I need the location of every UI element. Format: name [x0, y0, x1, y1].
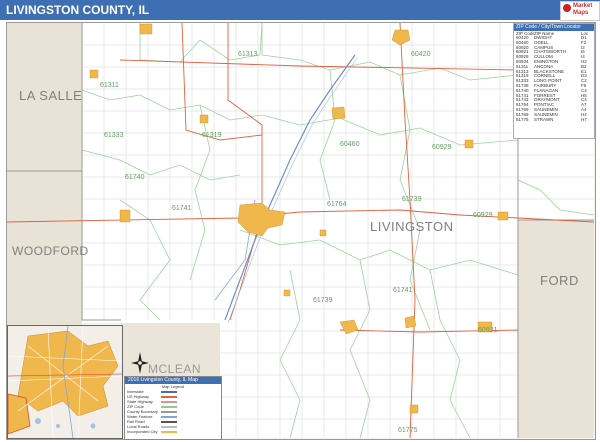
- county-area-south: [220, 320, 518, 438]
- county-label-lasalle: LA SALLE: [19, 88, 83, 103]
- zip-label: 61775: [398, 427, 418, 434]
- county-area: [82, 23, 518, 323]
- legend-rows: Interstate US Highway State Highway ZIP Cod…: [125, 389, 221, 434]
- legend-swatch: [161, 425, 177, 428]
- county-label-mclean: MCLEAN: [148, 362, 202, 376]
- legend-swatch: [161, 395, 177, 398]
- city-flanagan: [119, 209, 131, 223]
- legend-swatch: [161, 430, 177, 433]
- county-label-woodford: WOODFORD: [12, 244, 89, 258]
- zip-label: 61313: [238, 51, 258, 58]
- zip-table-cell: STRAWN: [534, 117, 554, 122]
- zip-label: 60460: [340, 141, 360, 148]
- zip-table-cell: H7: [581, 117, 587, 122]
- county-label-ford: FORD: [540, 273, 579, 288]
- city-saunemin: [464, 139, 474, 149]
- city-odell: [331, 106, 346, 120]
- inset-locator-map: [7, 325, 123, 439]
- legend-swatch: [161, 420, 177, 423]
- legend-item: Incorporated City: [125, 429, 221, 434]
- city-graymont: [283, 289, 291, 297]
- zip-label: 61333: [104, 132, 124, 139]
- compass-rose-icon: [131, 352, 149, 374]
- legend-swatch: [161, 415, 177, 418]
- zip-label: 61739: [313, 297, 333, 304]
- zip-label: 61319: [202, 132, 222, 139]
- city-cullom: [497, 211, 509, 221]
- zip-label: 60420: [411, 51, 431, 58]
- legend-swatch: [161, 410, 177, 413]
- legend-swatch: [161, 400, 177, 403]
- legend-title: 2016 Livingston County, IL Map: [125, 377, 221, 384]
- zip-table-row: 61775 STRAWN H7: [514, 118, 594, 123]
- zip-label: 61764: [327, 201, 347, 208]
- zip-label: 61741: [393, 287, 413, 294]
- city-forrest: [404, 315, 417, 329]
- legend-item-label: Incorporated City: [127, 429, 158, 434]
- map-legend: 2016 Livingston County, IL Map Map Legen…: [124, 376, 222, 440]
- city-blackstone: [139, 23, 153, 35]
- legend-swatch: [161, 405, 177, 408]
- legend-swatch: [161, 390, 177, 393]
- zip-table-rows: 60420 DWIGHT D1 60460 ODELL F2 60920 CAMPUS I2 60…: [514, 36, 594, 122]
- inset-map-canvas: [8, 326, 122, 438]
- zip-label: 60929: [432, 144, 452, 151]
- city-cornell: [199, 114, 209, 124]
- zip-label: 61740: [125, 174, 145, 181]
- city-strawn: [409, 404, 419, 414]
- city-campus: [319, 229, 327, 237]
- county-area-east: [518, 138, 594, 220]
- city-long-point: [89, 69, 99, 79]
- zip-label: 61741: [172, 205, 192, 212]
- zip-label: 61311: [100, 82, 119, 89]
- county-label-livingston: LIVINGSTON: [370, 219, 454, 234]
- zip-label: 60921: [478, 327, 498, 334]
- zip-locator-table: ZIP Code / City/Town Locator ZIP Code ZI…: [513, 23, 595, 139]
- zip-table-header: ZIP Code / City/Town Locator: [514, 24, 594, 31]
- zip-label: 61739: [402, 196, 422, 203]
- neighbor-county-ford: [518, 220, 594, 438]
- zip-table-cell: 61775: [516, 117, 529, 122]
- zip-label: 60929: [473, 212, 493, 219]
